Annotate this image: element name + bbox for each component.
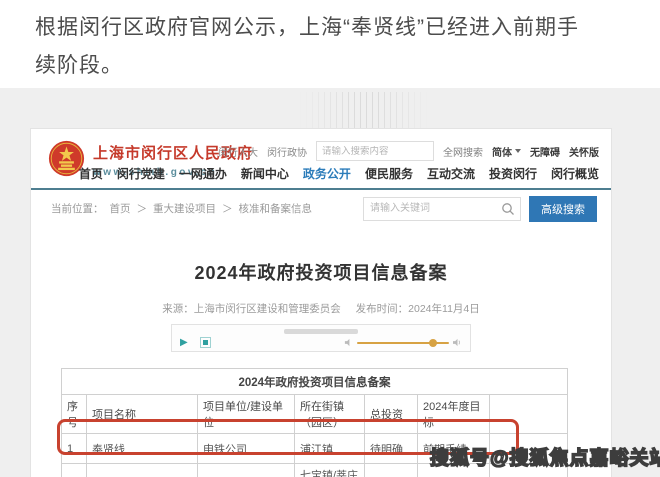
link-minhang-npc[interactable]: 闵行人大 (218, 144, 258, 159)
keyword-search-area: 高级搜索 (363, 196, 597, 222)
advanced-search-button[interactable]: 高级搜索 (529, 196, 597, 222)
nav-gov-affairs[interactable]: 政务公开 (303, 165, 351, 182)
site-search-box (316, 141, 434, 161)
care-mode-link[interactable]: 关怀版 (569, 144, 599, 159)
nav-minhang-overview[interactable]: 闵行概览 (551, 165, 599, 182)
nav-party-building[interactable]: 闵行党建 (117, 165, 165, 182)
play-icon[interactable]: ▶ (180, 338, 188, 348)
keyword-search-input[interactable] (364, 198, 492, 220)
col-header-project-name: 项目名称 (87, 395, 198, 434)
nav-home[interactable]: 首页 (79, 165, 103, 182)
gov-website-screenshot: 上海市闵行区人民政府 www.shmh.gov.cn 闵行人大 闵行政协 全网搜… (30, 128, 612, 477)
breadcrumb-filing-info[interactable]: 核准和备案信息 (239, 201, 313, 216)
link-minhang-cppcc[interactable]: 闵行政协 (267, 144, 307, 159)
article-meta: 来源：上海市闵行区建设和管理委员会 发布时间：2024年11月4日 (31, 301, 611, 316)
search-icon[interactable] (501, 202, 515, 216)
watermark: 搜狐号@搜狐焦点嘉峪关站 (430, 443, 660, 470)
stop-icon[interactable] (200, 337, 211, 348)
col-header-town: 所在街镇（园区） (295, 395, 365, 434)
breadcrumb-row: 当前位置： 首页 ＞ 重大建设项目 ＞ 核准和备案信息 高级搜索 (31, 190, 611, 227)
breadcrumb-separator: ＞ (222, 201, 233, 216)
article-caption: 根据闵行区政府官网公示，上海“奉贤线”已经进入前期手续阶段。 (35, 9, 590, 85)
slider-track[interactable] (357, 342, 449, 344)
keyword-search-box (363, 197, 521, 221)
nav-news-center[interactable]: 新闻中心 (241, 165, 289, 182)
language-selector[interactable]: 简体 (492, 144, 521, 159)
table-header-row: 序号 项目名称 项目单位/建设单位 所在街镇（园区） 总投资 2024年度目标 (62, 395, 568, 434)
site-search-button[interactable]: 全网搜索 (443, 144, 483, 159)
nav-interaction[interactable]: 互动交流 (427, 165, 475, 182)
breadcrumb: 当前位置： 首页 ＞ 重大建设项目 ＞ 核准和备案信息 (51, 201, 312, 216)
col-header-unit: 项目单位/建设单位 (198, 395, 295, 434)
breadcrumb-home[interactable]: 首页 (110, 201, 131, 216)
col-header-extra (490, 395, 568, 434)
breadcrumb-label: 当前位置： (51, 201, 104, 216)
breadcrumb-separator: ＞ (137, 201, 148, 216)
col-header-index: 序号 (62, 395, 87, 434)
article-publish-time: 发布时间：2024年11月4日 (356, 303, 480, 315)
audio-widget-title (284, 329, 358, 334)
audio-controls: ▶ (180, 337, 462, 348)
nav-public-services[interactable]: 便民服务 (365, 165, 413, 182)
volume-high-icon (453, 338, 462, 347)
col-header-2024-goal: 2024年度目标 (418, 395, 490, 434)
nav-one-stop[interactable]: 一网通办 (179, 165, 227, 182)
site-search-input[interactable] (322, 146, 428, 157)
table-caption: 2024年政府投资项目信息备案 (62, 369, 568, 395)
utility-bar: 闵行人大 闵行政协 全网搜索 简体 无障碍 关怀版 (218, 141, 599, 161)
breadcrumb-major-projects[interactable]: 重大建设项目 (153, 201, 216, 216)
volume-low-icon (344, 338, 353, 347)
article-title: 2024年政府投资项目信息备案 (31, 259, 611, 285)
article-source: 来源：上海市闵行区建设和管理委员会 (162, 303, 341, 315)
audio-reader-widget: ▶ (171, 324, 471, 352)
col-header-investment: 总投资 (365, 395, 418, 434)
site-header: 上海市闵行区人民政府 www.shmh.gov.cn 闵行人大 闵行政协 全网搜… (31, 129, 611, 188)
main-nav: 首页 闵行党建 一网通办 新闻中心 政务公开 便民服务 互动交流 投资闵行 闵行… (79, 165, 599, 182)
audio-slider (344, 338, 462, 347)
slider-handle[interactable] (429, 339, 437, 347)
chevron-down-icon (515, 149, 521, 153)
accessibility-link[interactable]: 无障碍 (530, 144, 560, 159)
table-caption-row: 2024年政府投资项目信息备案 (62, 369, 568, 395)
screenshot-background: 上海市闵行区人民政府 www.shmh.gov.cn 闵行人大 闵行政协 全网搜… (0, 88, 660, 477)
nav-invest-minhang[interactable]: 投资闵行 (489, 165, 537, 182)
